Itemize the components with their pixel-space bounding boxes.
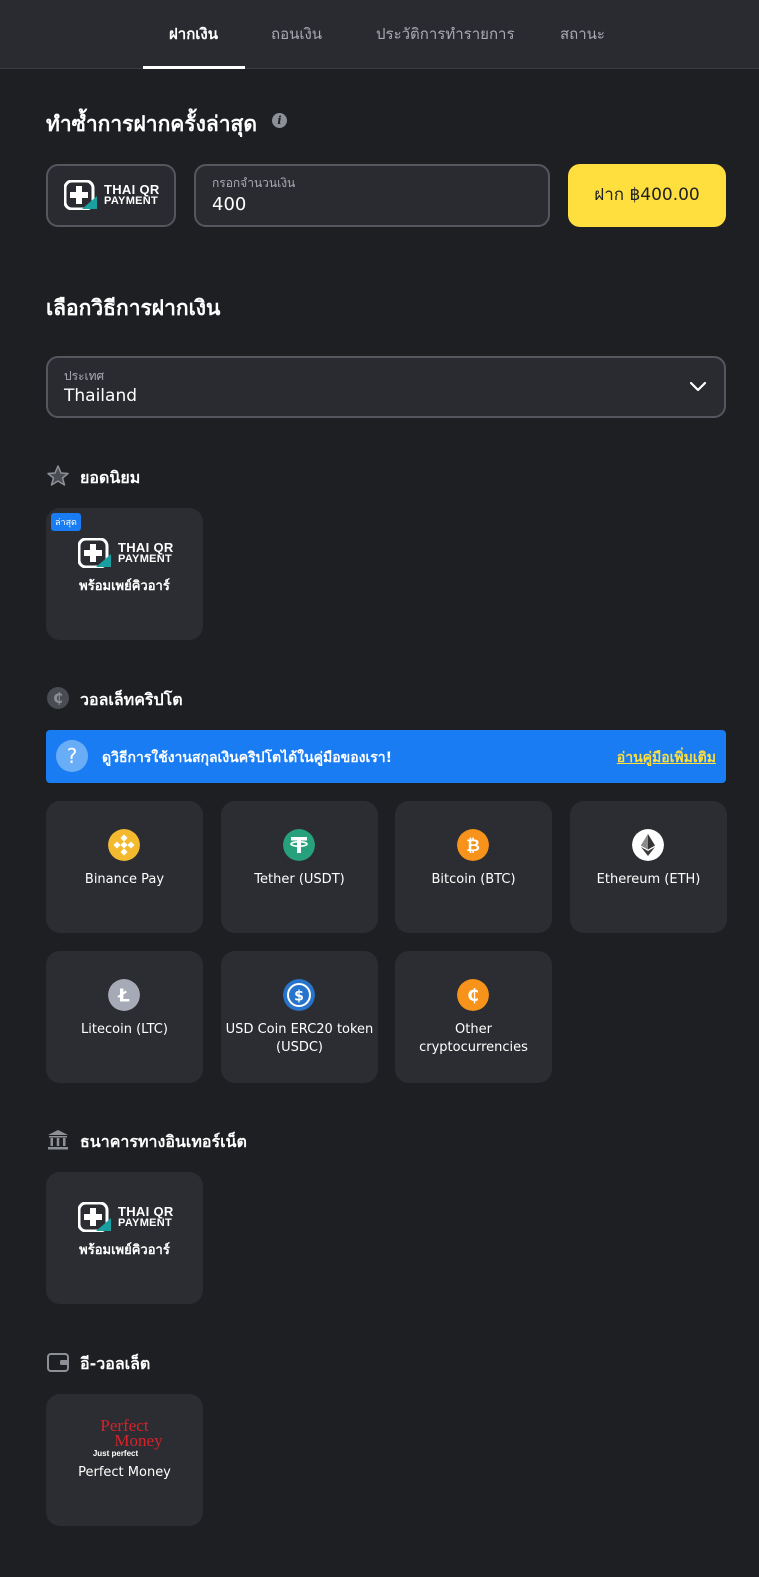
crypto-card-bitcoin[interactable]: ₿ Bitcoin (BTC) [395,801,552,933]
card-label: Binance Pay [84,872,165,887]
thai-qr-logo: THAI QR PAYMENT [78,1202,174,1232]
ewallet-title: อี-วอลเล็ต [80,1354,151,1373]
card-label: Other cryptocurrencies [419,1022,528,1055]
pm-logo-tagline: Just perfect [92,1449,139,1458]
qr-line2: PAYMENT [118,1217,173,1229]
tether-icon [283,829,315,861]
read-guide-link[interactable]: อ่านคู่มือเพิ่มเติม [617,747,716,769]
question-icon: ? [56,740,88,772]
country-value: Thailand [64,386,138,406]
amount-input[interactable]: กรอกจำนวนเงิน 400 [194,164,550,227]
crypto-card-usdc[interactable]: $ USD Coin ERC20 token (USDC) [221,951,378,1083]
crypto-card-other[interactable]: ₵ Other cryptocurrencies [395,951,552,1083]
chevron-down-icon [689,381,707,392]
perfect-money-logo: Perfect Money Just perfect [46,1417,203,1461]
perfect-money-card[interactable]: Perfect Money Just perfect Perfect Money [46,1394,203,1526]
country-select[interactable]: ประเทศ Thailand [46,356,726,418]
thai-qr-logo: THAI QR PAYMENT [64,180,160,210]
tab-history[interactable]: ประวัติการทำรายการ [376,22,515,46]
amount-value[interactable]: 400 [212,194,246,215]
card-label: Tether (USDT) [254,872,345,887]
crypto-card-ethereum[interactable]: Ethereum (ETH) [570,801,727,933]
svg-text:₿: ₿ [466,836,480,856]
bank-thai-qr-card[interactable]: THAI QR PAYMENT พร้อมเพย์คิวอาร์ [46,1172,203,1304]
popular-title: ยอดนิยม [80,468,141,487]
svg-text:₵: ₵ [53,691,63,707]
crypto-card-binance[interactable]: Binance Pay [46,801,203,933]
tab-deposit[interactable]: ฝากเงิน [169,22,218,46]
info-icon[interactable]: i [272,113,287,128]
crypto-coin-icon: ₵ [47,687,69,709]
usdc-icon: $ [283,979,315,1011]
bitcoin-icon: ₿ [457,829,489,861]
card-label: USD Coin ERC20 token (USDC) [225,1022,374,1055]
country-label: ประเทศ [64,369,105,383]
bank-icon [48,1130,68,1150]
card-label: Bitcoin (BTC) [431,872,516,887]
crypto-guide-banner: ? ดูวิธีการใช้งานสกุลเงินคริปโตได้ในคู่ม… [46,730,726,783]
card-label: Perfect Money [78,1465,171,1480]
deposit-button[interactable]: ฝาก ฿400.00 [568,164,726,227]
thai-qr-logo: THAI QR PAYMENT [78,538,174,568]
star-icon [47,465,69,486]
banner-text: ดูวิธีการใช้งานสกุลเงินคริปโตได้ในคู่มือ… [102,750,393,766]
card-label: พร้อมเพย์คิวอาร์ [79,1243,170,1258]
svg-text:Ł: Ł [117,986,130,1007]
qr-line2: PAYMENT [104,195,159,207]
amount-label: กรอกจำนวนเงิน [212,176,296,190]
card-label: Litecoin (LTC) [81,1022,168,1037]
card-label: Ethereum (ETH) [596,872,701,887]
crypto-card-tether[interactable]: Tether (USDT) [221,801,378,933]
latest-badge: ล่าสุด [51,513,81,531]
bank-title: ธนาคารทางอินเทอร์เน็ต [80,1132,247,1151]
thai-qr-icon [78,1202,111,1232]
svg-text:$: $ [294,989,304,1005]
ethereum-icon [632,829,664,861]
repeat-method-button[interactable]: THAI QR PAYMENT [46,164,176,227]
choose-method-title: เลือกวิธีการฝากเงิน [46,296,221,320]
repeat-deposit-title: ทำซ้ำการฝากครั้งล่าสุด [46,112,257,136]
litecoin-icon: Ł [108,979,140,1011]
card-label: พร้อมเพย์คิวอาร์ [79,579,170,594]
binance-icon [108,829,140,861]
tab-status[interactable]: สถานะ [560,22,605,46]
top-tab-bar: ฝากเงิน ถอนเงิน ประวัติการทำรายการ สถานะ [0,0,759,69]
other-crypto-icon: ₵ [457,979,489,1011]
crypto-title: วอลเล็ทคริปโต [80,690,183,709]
crypto-card-litecoin[interactable]: Ł Litecoin (LTC) [46,951,203,1083]
popular-thai-qr-card[interactable]: ล่าสุด THAI QR PAYMENT พร้อมเพย์คิวอาร์ [46,508,203,640]
svg-text:₵: ₵ [467,986,479,1006]
qr-line2: PAYMENT [118,553,173,565]
active-tab-indicator [143,66,245,69]
thai-qr-icon [64,180,97,210]
thai-qr-icon [78,538,111,568]
wallet-icon [47,1353,69,1372]
tab-withdraw[interactable]: ถอนเงิน [271,22,322,46]
